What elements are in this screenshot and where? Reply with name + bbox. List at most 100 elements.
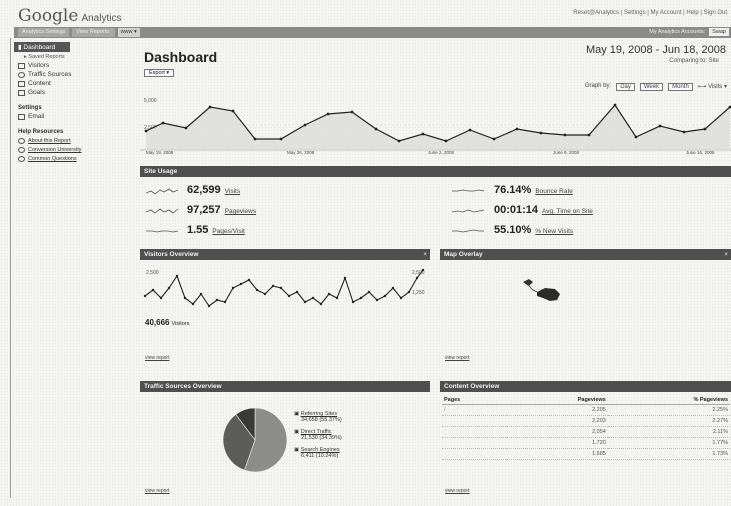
visitors-overview-header: Visitors Overview × <box>140 249 430 260</box>
graph-by-month-button[interactable]: Month <box>668 83 693 91</box>
help-link-conversion-university[interactable]: Conversion University <box>18 147 124 153</box>
map-overlay-title: Map Overlay <box>444 251 483 258</box>
export-button-label: Export <box>149 70 165 76</box>
pct-cell: 1.77% <box>607 437 730 449</box>
analytics-settings-tab[interactable]: Analytics Settings <box>18 28 70 37</box>
page-cell[interactable] <box>442 415 507 427</box>
metric-label[interactable]: Avg. Time on Site <box>542 208 593 215</box>
help-link-common-questions[interactable]: Common Questions <box>18 156 124 162</box>
sidebar-item-label: Visitors <box>28 62 50 69</box>
pct-cell: 1.73% <box>607 448 730 460</box>
metric-new-visits: 55.10%% New Visits <box>494 224 573 236</box>
legend-detail: 6,411 (10.24%) <box>301 453 339 459</box>
page-cell[interactable]: / <box>442 404 507 416</box>
alaska-shape <box>523 279 533 286</box>
saved-reports-link[interactable]: ▸ Saved Reports <box>24 54 124 60</box>
x-axis-label: May 19, 2008 <box>146 150 174 155</box>
pageviews-cell: 2,054 <box>506 426 608 438</box>
legend-detail: 21,530 (34.39%) <box>301 435 342 441</box>
sidebar-item-dashboard[interactable]: ▮ Dashboard <box>14 42 70 52</box>
graph-by-day-button[interactable]: Day <box>616 83 635 91</box>
close-icon[interactable]: × <box>724 249 728 260</box>
help-resources-heading: Help Resources <box>18 129 64 135</box>
close-icon[interactable]: × <box>423 249 427 260</box>
sidebar-item-label: Email <box>28 113 45 120</box>
graph-by-label: Graph by: <box>584 83 612 89</box>
visitors-overview-title: Visitors Overview <box>144 251 199 258</box>
table-row[interactable]: 2,203 2.27% <box>442 415 730 427</box>
page-cell[interactable] <box>442 437 507 449</box>
top-navigation-links[interactable]: Reset@Analytics | Settings | My Account … <box>573 10 727 16</box>
map-view-report-link[interactable]: view report <box>445 355 469 361</box>
saved-reports-label: Saved Reports <box>28 54 65 60</box>
logo-text: Google <box>18 6 79 26</box>
legend-detail: 34,658 (55.37%) <box>301 417 342 423</box>
site-usage-title: Site Usage <box>144 168 178 175</box>
legend-swatch: ▣ <box>294 429 300 435</box>
my-accounts-label: My Analytics Accounts: <box>649 29 706 35</box>
swap-account-button[interactable]: Swap <box>709 28 729 36</box>
x-axis-label: May 26, 2008 <box>287 150 315 155</box>
profile-select[interactable]: www ▾ <box>117 28 140 37</box>
help-link-about[interactable]: About this Report <box>18 138 124 144</box>
sidebar: ▮ Dashboard ▸ Saved Reports Visitors Tra… <box>14 42 124 162</box>
metric-visits: 62,599 Visits <box>187 184 240 196</box>
pageviews-cell: 1,685 <box>506 448 608 460</box>
metric-pages-per-visit: 1.55 Pages/Visit <box>187 224 245 236</box>
compare-label[interactable]: Comparing to: Site <box>669 58 719 64</box>
page-title: Dashboard <box>144 49 218 65</box>
metric-label[interactable]: % New Visits <box>535 228 573 235</box>
x-axis-label: June 16, 2008 <box>686 150 715 155</box>
sidebar-item-visitors[interactable]: Visitors <box>18 62 124 69</box>
visitors-overview-chart <box>143 268 425 308</box>
visitors-icon <box>18 62 25 69</box>
metric-label[interactable]: Visits <box>225 188 240 195</box>
table-row[interactable]: 2,054 2.11% <box>442 426 730 438</box>
visits-trend-chart <box>140 103 731 151</box>
page-border <box>10 38 11 498</box>
content-view-report-link[interactable]: view report <box>445 488 469 494</box>
table-row[interactable]: 1,720 1.77% <box>442 437 730 449</box>
metric-value: 97,257 <box>187 204 221 216</box>
traffic-view-report-link[interactable]: view report <box>145 488 169 494</box>
table-row[interactable]: /2,205 2.25% <box>442 404 730 416</box>
content-icon <box>18 80 25 87</box>
sidebar-item-email[interactable]: Email <box>18 113 124 120</box>
legend-search-engines: ▣ Search Engines 6,411 (10.24%) <box>294 447 340 459</box>
avg-time-sparkline <box>452 209 485 213</box>
sidebar-item-label: Traffic Sources <box>28 71 72 78</box>
sidebar-item-goals[interactable]: Goals <box>18 89 124 96</box>
column-header-pages: Pages <box>442 396 507 405</box>
pct-cell: 2.25% <box>607 404 730 416</box>
content-table: Pages Pageviews % Pageviews /2,205 2.25% … <box>442 396 730 460</box>
metric-select[interactable]: ⟷ Visits ▾ <box>698 83 727 91</box>
page-cell[interactable] <box>442 448 507 460</box>
metric-value: 00:01:14 <box>494 204 539 216</box>
pageviews-cell: 1,720 <box>506 437 608 449</box>
metric-select-label: Visits <box>708 84 723 90</box>
chevron-down-icon: ▾ <box>134 29 137 35</box>
pct-cell: 2.27% <box>607 415 730 427</box>
visitors-total: 40,666 Visitors <box>145 318 189 327</box>
metric-label[interactable]: Pageviews <box>225 208 256 215</box>
metric-value: 55.10% <box>494 224 532 236</box>
visitors-view-report-link[interactable]: view report <box>145 355 169 361</box>
date-range-picker[interactable]: May 19, 2008 - Jun 18, 2008 <box>586 44 726 56</box>
page-cell[interactable] <box>442 426 507 438</box>
table-row[interactable]: 1,685 1.73% <box>442 448 730 460</box>
sidebar-item-content[interactable]: Content <box>18 80 124 87</box>
metric-label[interactable]: Bounce Rate <box>535 188 573 195</box>
graph-by-week-button[interactable]: Week <box>639 83 664 91</box>
logo-subtext: Analytics <box>81 13 122 24</box>
metric-label[interactable]: Pages/Visit <box>212 228 244 235</box>
view-reports-tab[interactable]: View Reports: <box>72 28 115 37</box>
visits-sparkline <box>146 188 179 195</box>
legend-referring-sites: ▣ Referring Sites 34,658 (55.37%) <box>294 411 342 423</box>
content-overview-header: Content Overview <box>440 381 731 392</box>
column-header-pageviews: Pageviews <box>506 396 608 405</box>
metric-value: 1.55 <box>187 224 209 236</box>
export-button[interactable]: Export ▾ <box>144 69 175 77</box>
x-axis-label: June 2, 2008 <box>428 150 455 155</box>
metric-avg-time-on-site: 00:01:14 Avg. Time on Site <box>494 204 593 216</box>
sidebar-item-traffic-sources[interactable]: Traffic Sources <box>18 71 124 78</box>
